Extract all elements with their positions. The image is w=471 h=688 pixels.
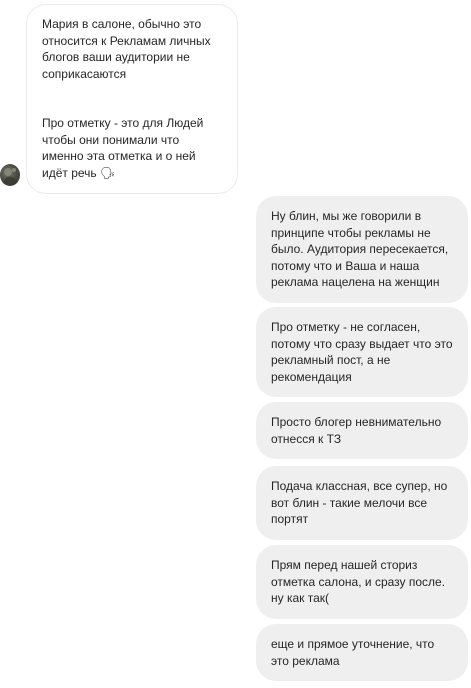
outgoing-message-bubble[interactable]: Подача классная, все супер, но вот блин … (256, 466, 468, 540)
outgoing-message-bubble[interactable]: Прям перед нашей сториз отметка салона, … (256, 545, 468, 619)
sender-avatar[interactable] (0, 164, 20, 186)
outgoing-message-bubble[interactable]: еще и прямое уточнение, что это реклама (256, 624, 468, 681)
avatar-photo-icon (2, 168, 19, 186)
outgoing-message-bubble[interactable]: Ну блин, мы же говорили в принципе чтобы… (256, 196, 468, 303)
outgoing-message-bubble[interactable]: Просто блогер невнимательно отнесся к ТЗ (256, 402, 468, 459)
incoming-message-bubble[interactable]: Мария в салоне, обычно это относится к Р… (26, 4, 238, 194)
outgoing-message-bubble[interactable]: Про отметку - не согласен, потому что ср… (256, 307, 468, 397)
